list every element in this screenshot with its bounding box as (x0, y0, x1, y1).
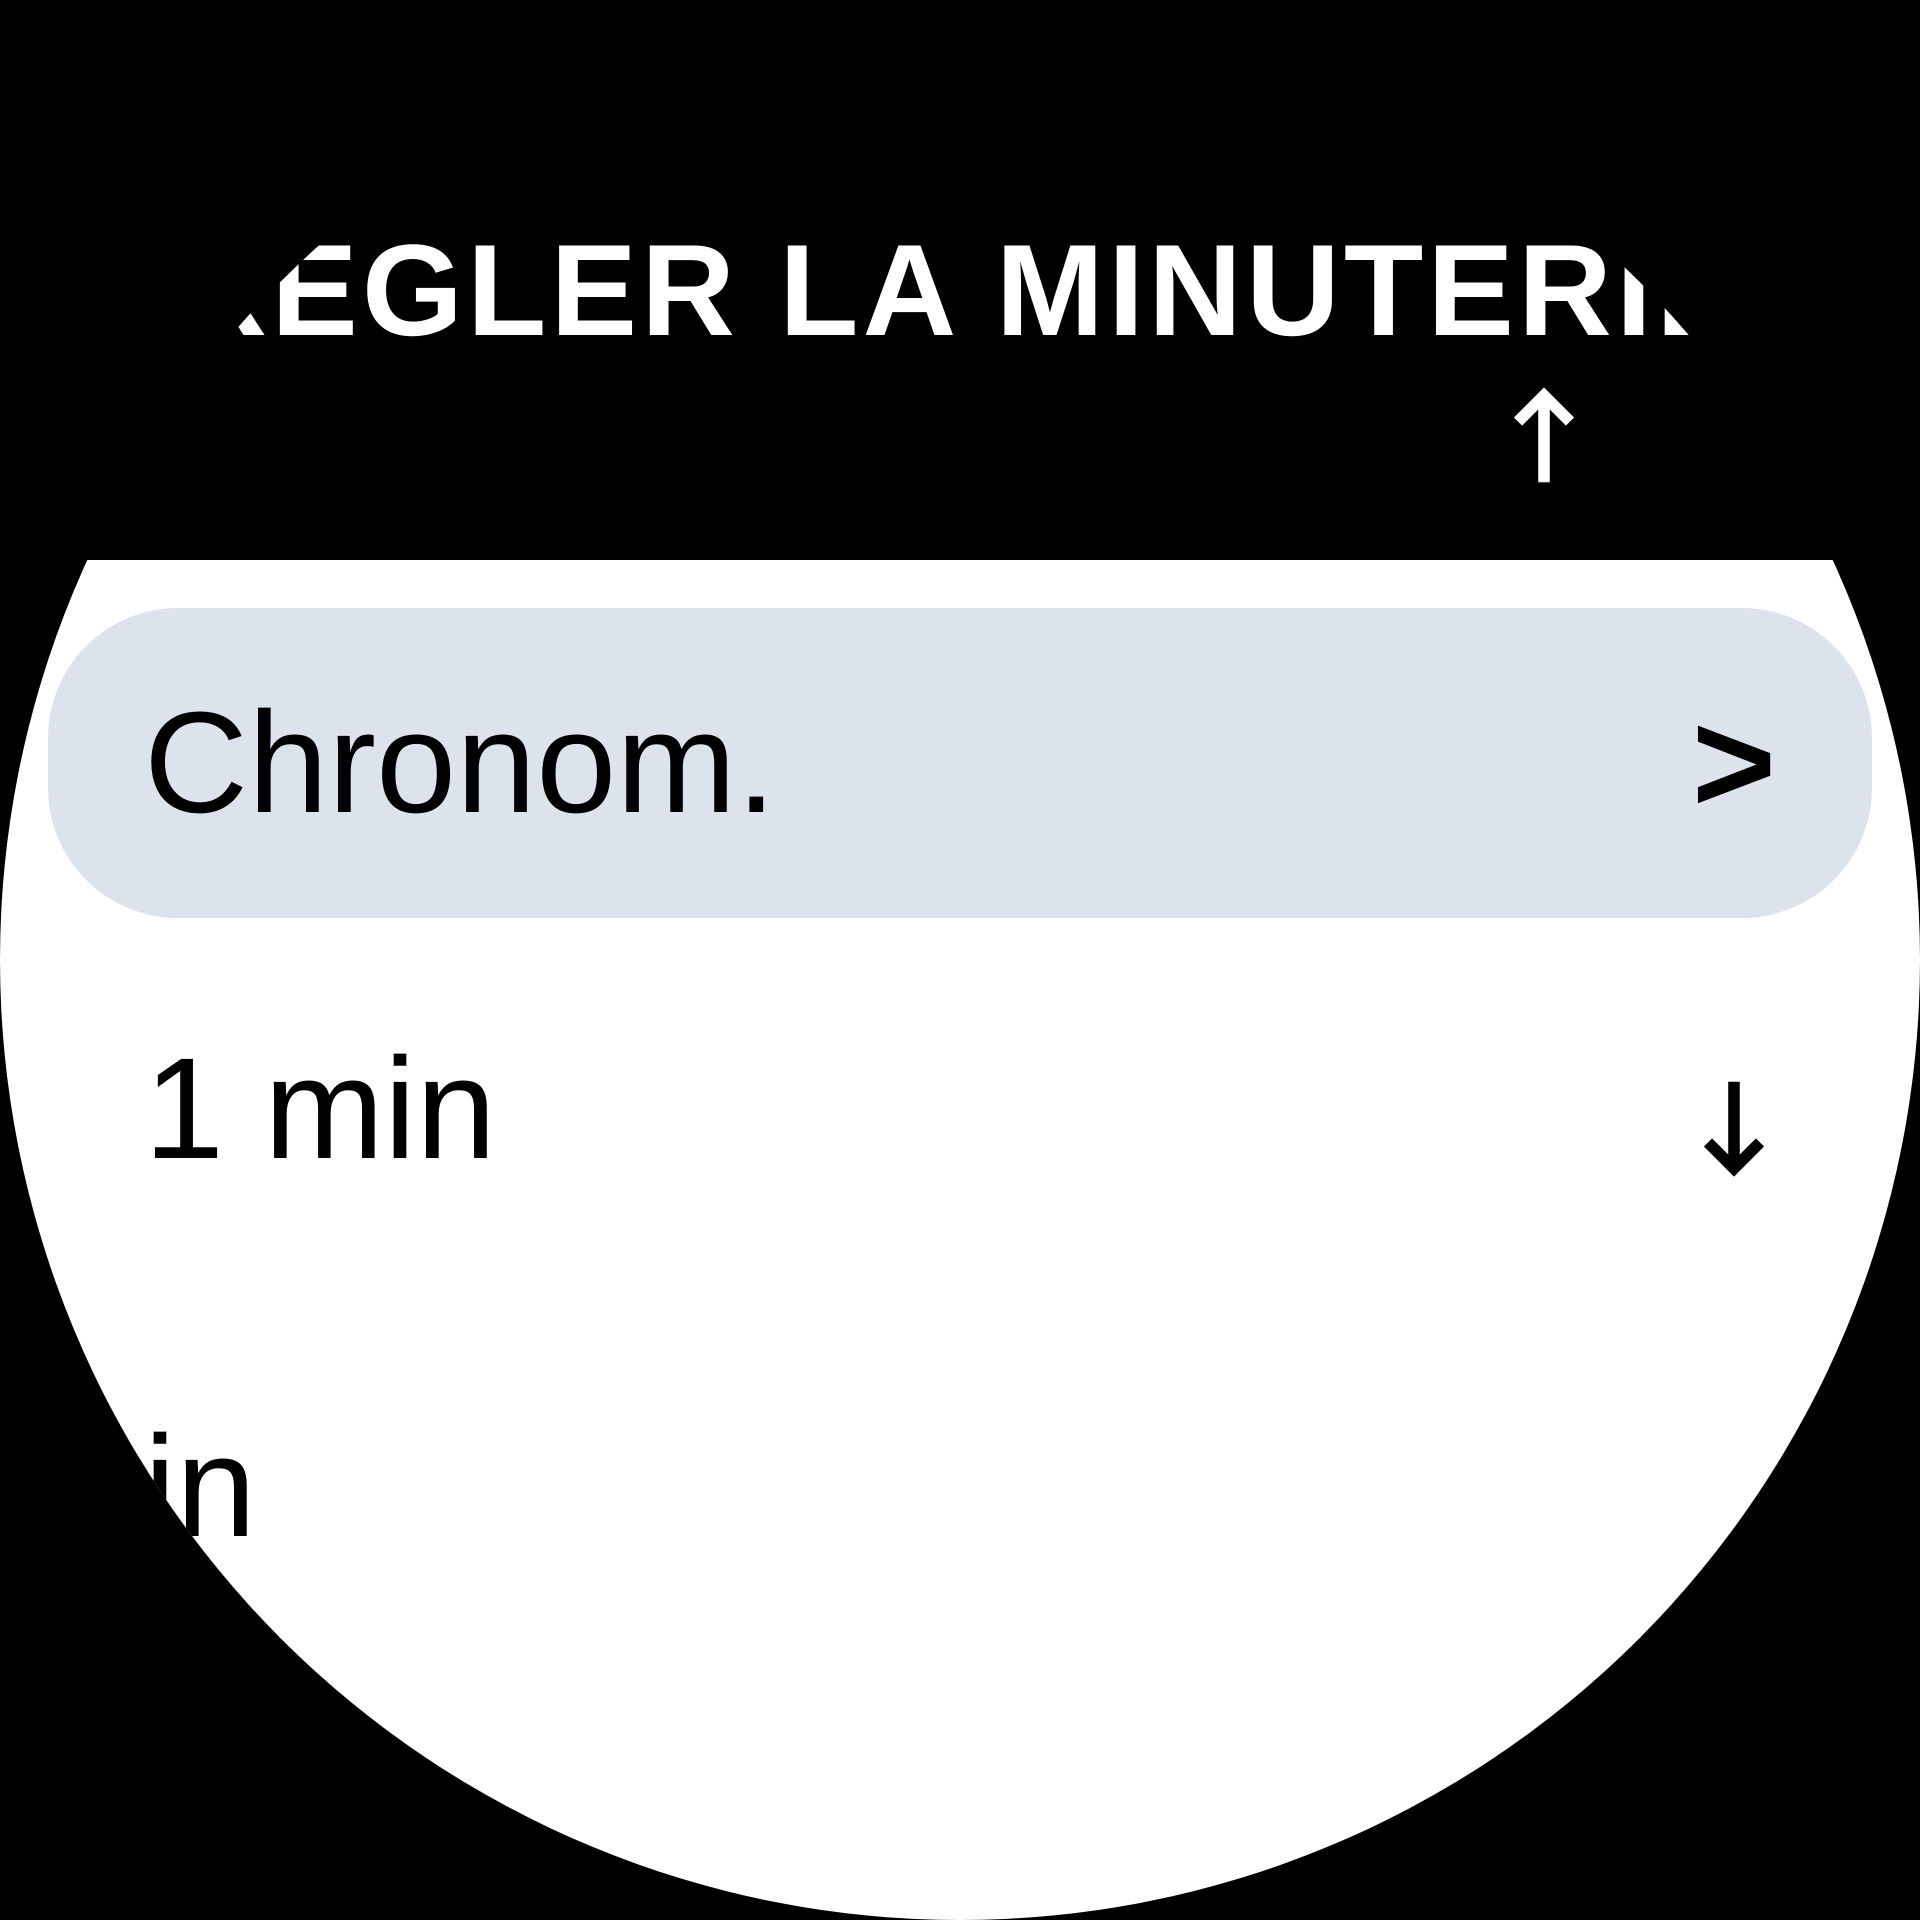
list-item-1min[interactable]: 1 min (48, 978, 1872, 1240)
chevron-right-icon: > (1692, 680, 1776, 846)
timer-list: Chronom. > 1 min in (0, 560, 1920, 1920)
list-item-stopwatch[interactable]: Chronom. > (48, 608, 1872, 918)
watch-face: RÉGLER LA MINUTERIE Chronom. > 1 min in (0, 0, 1920, 1920)
list-item-label: in (144, 1404, 256, 1570)
list-item-label: Chronom. (144, 680, 776, 846)
page-title: RÉGLER LA MINUTERIE (0, 215, 1920, 365)
scroll-up-icon[interactable] (1508, 384, 1580, 493)
header: RÉGLER LA MINUTERIE (0, 215, 1920, 365)
scroll-down-icon[interactable] (1698, 1076, 1770, 1185)
list-item-partial[interactable]: in (48, 1356, 1872, 1618)
list-item-label: 1 min (144, 1026, 496, 1192)
